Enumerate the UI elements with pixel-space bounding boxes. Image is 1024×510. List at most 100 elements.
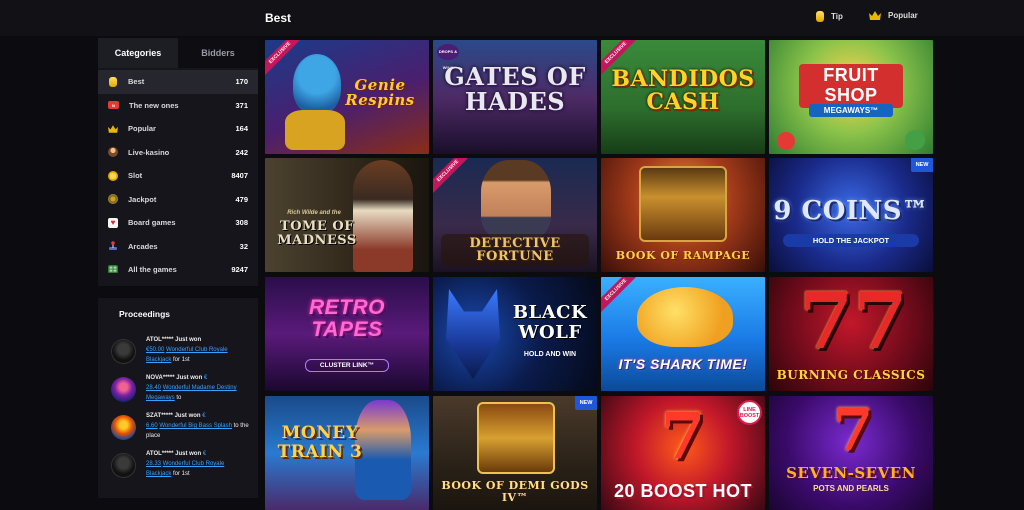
game-thumbnail[interactable]: [111, 415, 136, 440]
line-boost-badge: LINE BOOST: [737, 400, 762, 425]
category-item-slot[interactable]: Slot 8407: [98, 164, 258, 188]
explorer-figure: [353, 160, 413, 272]
drops-wins-badge: DROPS & WINS: [437, 44, 459, 70]
golden-book-shape: [639, 166, 727, 242]
win-amount[interactable]: 28.33: [146, 461, 161, 467]
game-tile-gates-of-hades[interactable]: DROPS & WINS GATES OF HADES: [433, 40, 597, 154]
melon-shape: [905, 130, 925, 150]
tab-categories[interactable]: Categories: [98, 38, 178, 68]
category-item-board-games[interactable]: ♥ Board games 308: [98, 211, 258, 235]
game-thumbnail[interactable]: [111, 339, 136, 364]
game-title: DETECTIVE FORTUNE: [441, 234, 589, 266]
exclusive-badge: EXCLUSIVE: [433, 158, 473, 196]
win-suffix: for 1st: [173, 357, 190, 363]
game-title: MONEY TRAIN 3: [277, 423, 363, 462]
filter-tip-button[interactable]: Tip: [816, 11, 843, 22]
category-item-jackpot[interactable]: Jackpot 479: [98, 188, 258, 212]
game-title: FRUIT SHOP: [799, 64, 903, 108]
winner-name: ATOL*****: [146, 337, 174, 343]
game-tile-money-train-3[interactable]: MONEY TRAIN 3: [265, 396, 429, 510]
game-title: IT'S SHARK TIME!: [618, 356, 748, 372]
win-amount[interactable]: €50.00: [146, 347, 164, 353]
shark-figure: [637, 287, 733, 347]
sidebar-tabs: Categories Bidders: [98, 38, 258, 68]
game-tile-retro-tapes[interactable]: RETRO TAPES CLUSTER LINK™: [265, 277, 429, 391]
cherry-shape: [777, 132, 795, 150]
game-title: GATES OF HADES: [444, 62, 586, 117]
category-list: Best 170 N The new ones 371 Popular 164 …: [98, 68, 258, 282]
game-tile-detective-fortune[interactable]: EXCLUSIVE DETECTIVE FORTUNE: [433, 158, 597, 272]
game-title: Genie Respins: [345, 76, 415, 109]
win-suffix: to: [176, 395, 182, 401]
seven-symbol: 7: [660, 399, 706, 474]
sevens-symbol: 77: [799, 277, 908, 367]
game-title: BOOK OF RAMPAGE: [615, 249, 751, 262]
win-feed-item: ATOL***** Just won €50.00 Wonderful Club…: [111, 335, 251, 371]
joystick-icon: [109, 241, 117, 251]
genie-figure: [293, 54, 341, 114]
game-title: SEVEN-SEVEN: [786, 464, 916, 482]
tab-bidders[interactable]: Bidders: [178, 38, 258, 68]
game-thumbnail[interactable]: [111, 453, 136, 478]
page-title: Best: [265, 11, 292, 25]
category-count: 371: [235, 100, 248, 110]
category-count: 32: [239, 241, 248, 251]
dealer-icon: [108, 147, 118, 158]
currency-symbol: €: [202, 413, 206, 419]
category-label: Arcades: [128, 241, 158, 251]
category-count: 9247: [231, 265, 248, 275]
win-action: Just won: [176, 375, 203, 381]
game-title: 20 BOOST HOT: [613, 481, 753, 501]
category-item-arcades[interactable]: Arcades 32: [98, 235, 258, 259]
game-tile-black-wolf[interactable]: BLACK WOLF HOLD AND WIN: [433, 277, 597, 391]
golden-book-shape: [477, 402, 555, 474]
game-thumbnail[interactable]: [111, 377, 136, 402]
top-bar: Best Tip Popular: [0, 0, 1024, 36]
win-amount[interactable]: 28.40: [146, 385, 161, 391]
game-tile-genie-respins[interactable]: EXCLUSIVE Genie Respins: [265, 40, 429, 154]
win-amount[interactable]: 6.60: [146, 423, 158, 429]
win-feed-item: NOVA***** Just won € 28.40 Wonderful Mad…: [111, 373, 251, 409]
game-tile-bandidos-cash[interactable]: EXCLUSIVE BANDIDOS CASH: [601, 40, 765, 154]
game-tile-burning-classics[interactable]: 77 BURNING CLASSICS: [769, 277, 933, 391]
win-game-link[interactable]: Wonderful Big Bass Splash: [159, 423, 232, 429]
category-label: Popular: [128, 124, 156, 134]
winner-name: NOVA*****: [146, 375, 175, 381]
category-count: 479: [235, 194, 248, 204]
new-badge: NEW: [575, 396, 597, 410]
category-item-popular[interactable]: Popular 164: [98, 117, 258, 141]
new-badge: NEW: [911, 158, 933, 172]
proceedings-panel: Proceedings ATOL***** Just won €50.00 Wo…: [98, 298, 258, 498]
crown-icon: [108, 125, 118, 133]
category-item-all-games[interactable]: All the games 9247: [98, 258, 258, 282]
game-title: TOME OF MADNESS: [277, 219, 357, 249]
game-grid: EXCLUSIVE Genie Respins DROPS & WINS GAT…: [265, 40, 933, 510]
game-title: BANDIDOS CASH: [611, 66, 755, 116]
win-action: Just won: [175, 451, 202, 457]
category-label: Jackpot: [128, 194, 157, 204]
currency-symbol: €: [203, 375, 208, 381]
category-item-new[interactable]: N The new ones 371: [98, 94, 258, 118]
crown-icon: [869, 11, 881, 20]
game-tile-its-shark-time[interactable]: EXCLUSIVE IT'S SHARK TIME!: [601, 277, 765, 391]
cards-icon: ♥: [108, 217, 118, 228]
seven-symbol: 7: [832, 396, 874, 464]
game-tile-tome-of-madness[interactable]: Rich Wilde and the TOME OF MADNESS: [265, 158, 429, 272]
game-title: RETRO TAPES: [309, 296, 385, 342]
game-tile-book-of-rampage[interactable]: BOOK OF RAMPAGE: [601, 158, 765, 272]
proceedings-title: Proceedings: [119, 309, 171, 319]
category-item-live-casino[interactable]: Live-kasino 242: [98, 141, 258, 165]
game-subtitle: HOLD THE JACKPOT: [783, 234, 919, 247]
category-label: All the games: [128, 265, 177, 275]
game-tile-20-boost-hot[interactable]: 7 LINE BOOST 20 BOOST HOT: [601, 396, 765, 510]
filter-tip-label: Tip: [831, 12, 843, 21]
game-tile-seven-seven[interactable]: 7 SEVEN-SEVEN POTS AND PEARLS: [769, 396, 933, 510]
category-item-best[interactable]: Best 170: [98, 70, 258, 94]
game-tile-book-of-demi-gods-iv[interactable]: NEW BOOK OF DEMI GODS IV™: [433, 396, 597, 510]
category-label: The new ones: [129, 100, 179, 110]
game-tile-fruit-shop[interactable]: FRUIT SHOP MEGAWAYS™: [769, 40, 933, 154]
filter-popular-button[interactable]: Popular: [869, 11, 918, 20]
detective-figure: [481, 160, 551, 240]
game-subtitle: Rich Wilde and the: [287, 210, 341, 216]
game-tile-9-coins[interactable]: NEW 9 COINS™ HOLD THE JACKPOT: [769, 158, 933, 272]
